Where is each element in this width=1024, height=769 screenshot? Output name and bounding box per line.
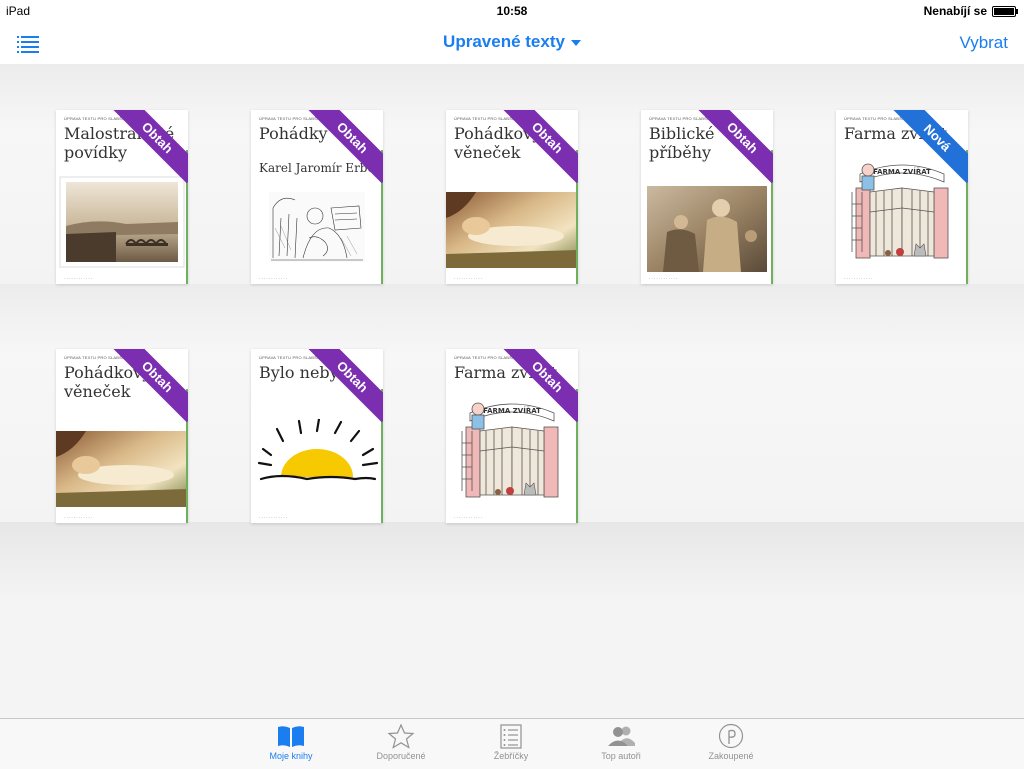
battery-status: Nenabíjí se <box>923 4 1018 18</box>
tab-top-authors[interactable]: Top autoři <box>586 723 656 761</box>
tab-label: Žebříčky <box>493 751 529 761</box>
cover-url: · · · · · · · · · · · · <box>259 276 288 281</box>
tab-bar: Moje knihy Doporučené Žebříčky Top autoř… <box>0 718 1024 769</box>
book-cover[interactable]: ÚPRAVA TEXTU PRO SLABŠÍ ČTENÁŘE Pohádkov… <box>446 110 578 284</box>
caret-down-icon <box>570 39 581 46</box>
purchased-icon <box>718 723 744 749</box>
collection-title: Upravené texty <box>443 32 565 51</box>
cover-painting <box>56 431 188 507</box>
cover-drawing: FARMA ZVÍŘAT <box>836 152 968 272</box>
cover-drawing: FARMA ZVÍŘAT <box>446 391 578 511</box>
book-cover[interactable]: ÚPRAVA TEXTU PRO SLABŠÍ ČTENÁŘE Farma zv… <box>446 349 578 523</box>
cover-painting <box>446 192 578 268</box>
tab-purchased[interactable]: Zakoupené <box>696 723 766 761</box>
svg-text:FARMA ZVÍŘAT: FARMA ZVÍŘAT <box>483 406 541 415</box>
status-bar: iPad 10:58 Nenabíjí se <box>0 0 1024 22</box>
ranked-list-icon <box>500 724 522 749</box>
cover-url: · · · · · · · · · · · · <box>64 515 93 520</box>
tab-label: Top autoři <box>601 751 641 761</box>
cover-url: · · · · · · · · · · · · <box>454 515 483 520</box>
navigation-bar: Upravené texty Vybrat <box>0 22 1024 64</box>
book-cover[interactable]: ÚPRAVA TEXTU PRO SLABŠÍ ČTENÁŘE Biblické… <box>641 110 773 284</box>
open-book-icon <box>278 726 304 747</box>
book-cover[interactable]: ÚPRAVA TEXTU PRO SLABŠÍ ČTENÁŘE Bylo neb… <box>251 349 383 523</box>
clock: 10:58 <box>496 4 528 18</box>
tab-label: Zakoupené <box>708 751 754 761</box>
star-icon <box>387 723 415 749</box>
collection-selector[interactable]: Upravené texty <box>0 32 1024 52</box>
shelf-empty <box>0 522 1024 718</box>
cover-url: · · · · · · · · · · · · <box>64 276 93 281</box>
tab-label: Moje knihy <box>269 751 313 761</box>
cover-painting <box>641 186 773 272</box>
cover-url: · · · · · · · · · · · · <box>259 515 288 520</box>
people-icon <box>608 726 635 746</box>
svg-text:FARMA ZVÍŘAT: FARMA ZVÍŘAT <box>873 167 931 176</box>
book-cover[interactable]: ÚPRAVA TEXTU PRO SLABŠÍ ČTENÁŘE Farma zv… <box>836 110 968 284</box>
cover-photo <box>56 174 188 270</box>
cover-url: · · · · · · · · · · · · <box>844 276 873 281</box>
select-button[interactable]: Vybrat <box>959 33 1008 53</box>
battery-icon <box>992 5 1018 17</box>
cover-url: · · · · · · · · · · · · <box>454 276 483 281</box>
cover-drawing <box>251 417 383 491</box>
book-cover[interactable]: ÚPRAVA TEXTU PRO SLABŠÍ ČTENÁŘE Pohádkov… <box>56 349 188 523</box>
tab-charts[interactable]: Žebříčky <box>476 723 546 761</box>
book-cover[interactable]: ÚPRAVA TEXTU PRO SLABŠÍ ČTENÁŘE Malostra… <box>56 110 188 284</box>
tab-label: Doporučené <box>376 751 426 761</box>
cover-url: · · · · · · · · · · · · <box>649 276 678 281</box>
tab-my-books[interactable]: Moje knihy <box>256 723 326 761</box>
battery-text: Nenabíjí se <box>923 4 987 18</box>
cover-engraving <box>251 188 383 268</box>
book-cover[interactable]: ÚPRAVA TEXTU PRO SLABŠÍ ČTENÁŘE Pohádky … <box>251 110 383 284</box>
tab-recommended[interactable]: Doporučené <box>366 723 436 761</box>
